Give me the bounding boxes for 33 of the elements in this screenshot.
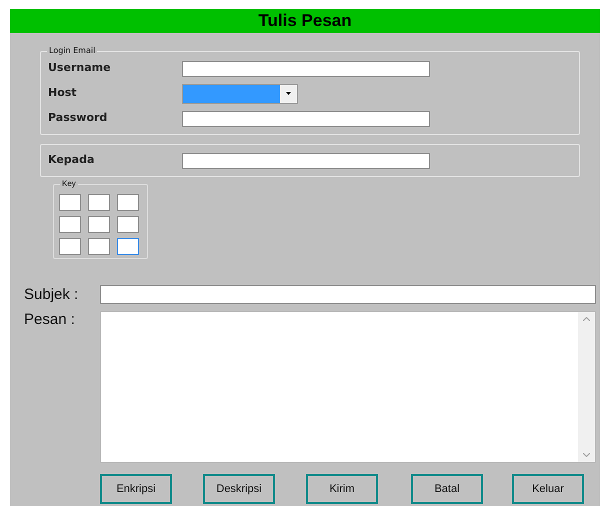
key-field[interactable] bbox=[59, 238, 81, 255]
scroll-down-icon[interactable] bbox=[583, 453, 590, 457]
text-field[interactable] bbox=[182, 60, 430, 76]
key-field[interactable] bbox=[59, 216, 81, 233]
key-field[interactable] bbox=[117, 216, 139, 233]
caret-icon bbox=[286, 92, 291, 95]
action-button[interactable]: Batal bbox=[411, 474, 483, 504]
subject-field[interactable] bbox=[100, 285, 596, 304]
key-field[interactable] bbox=[88, 194, 110, 211]
group-legend: Login Email bbox=[47, 45, 98, 56]
message-label: Pesan : bbox=[24, 311, 76, 328]
action-button[interactable]: Kirim bbox=[306, 474, 378, 504]
field-label: Username bbox=[48, 60, 112, 76]
subject-label: Subjek : bbox=[24, 286, 80, 303]
text-field[interactable] bbox=[182, 152, 430, 168]
window-title: Tulis Pesan bbox=[10, 9, 600, 33]
action-button[interactable]: Enkripsi bbox=[100, 474, 172, 504]
key-field[interactable] bbox=[117, 194, 139, 211]
field-label: Kepada bbox=[48, 152, 96, 168]
key-field[interactable] bbox=[88, 238, 110, 255]
message-field[interactable] bbox=[100, 311, 596, 463]
scrollbar[interactable] bbox=[578, 312, 595, 462]
field-label: Password bbox=[48, 110, 108, 126]
scroll-up-icon[interactable] bbox=[583, 317, 590, 321]
text-field[interactable] bbox=[182, 110, 430, 126]
action-button[interactable]: Deskripsi bbox=[203, 474, 275, 504]
host-dropdown[interactable] bbox=[182, 84, 298, 104]
group-legend: Key bbox=[60, 178, 78, 189]
key-field[interactable] bbox=[59, 194, 81, 211]
field-label: Host bbox=[48, 85, 78, 102]
key-field[interactable] bbox=[117, 238, 139, 255]
key-field[interactable] bbox=[88, 216, 110, 233]
action-button[interactable]: Keluar bbox=[512, 474, 584, 504]
